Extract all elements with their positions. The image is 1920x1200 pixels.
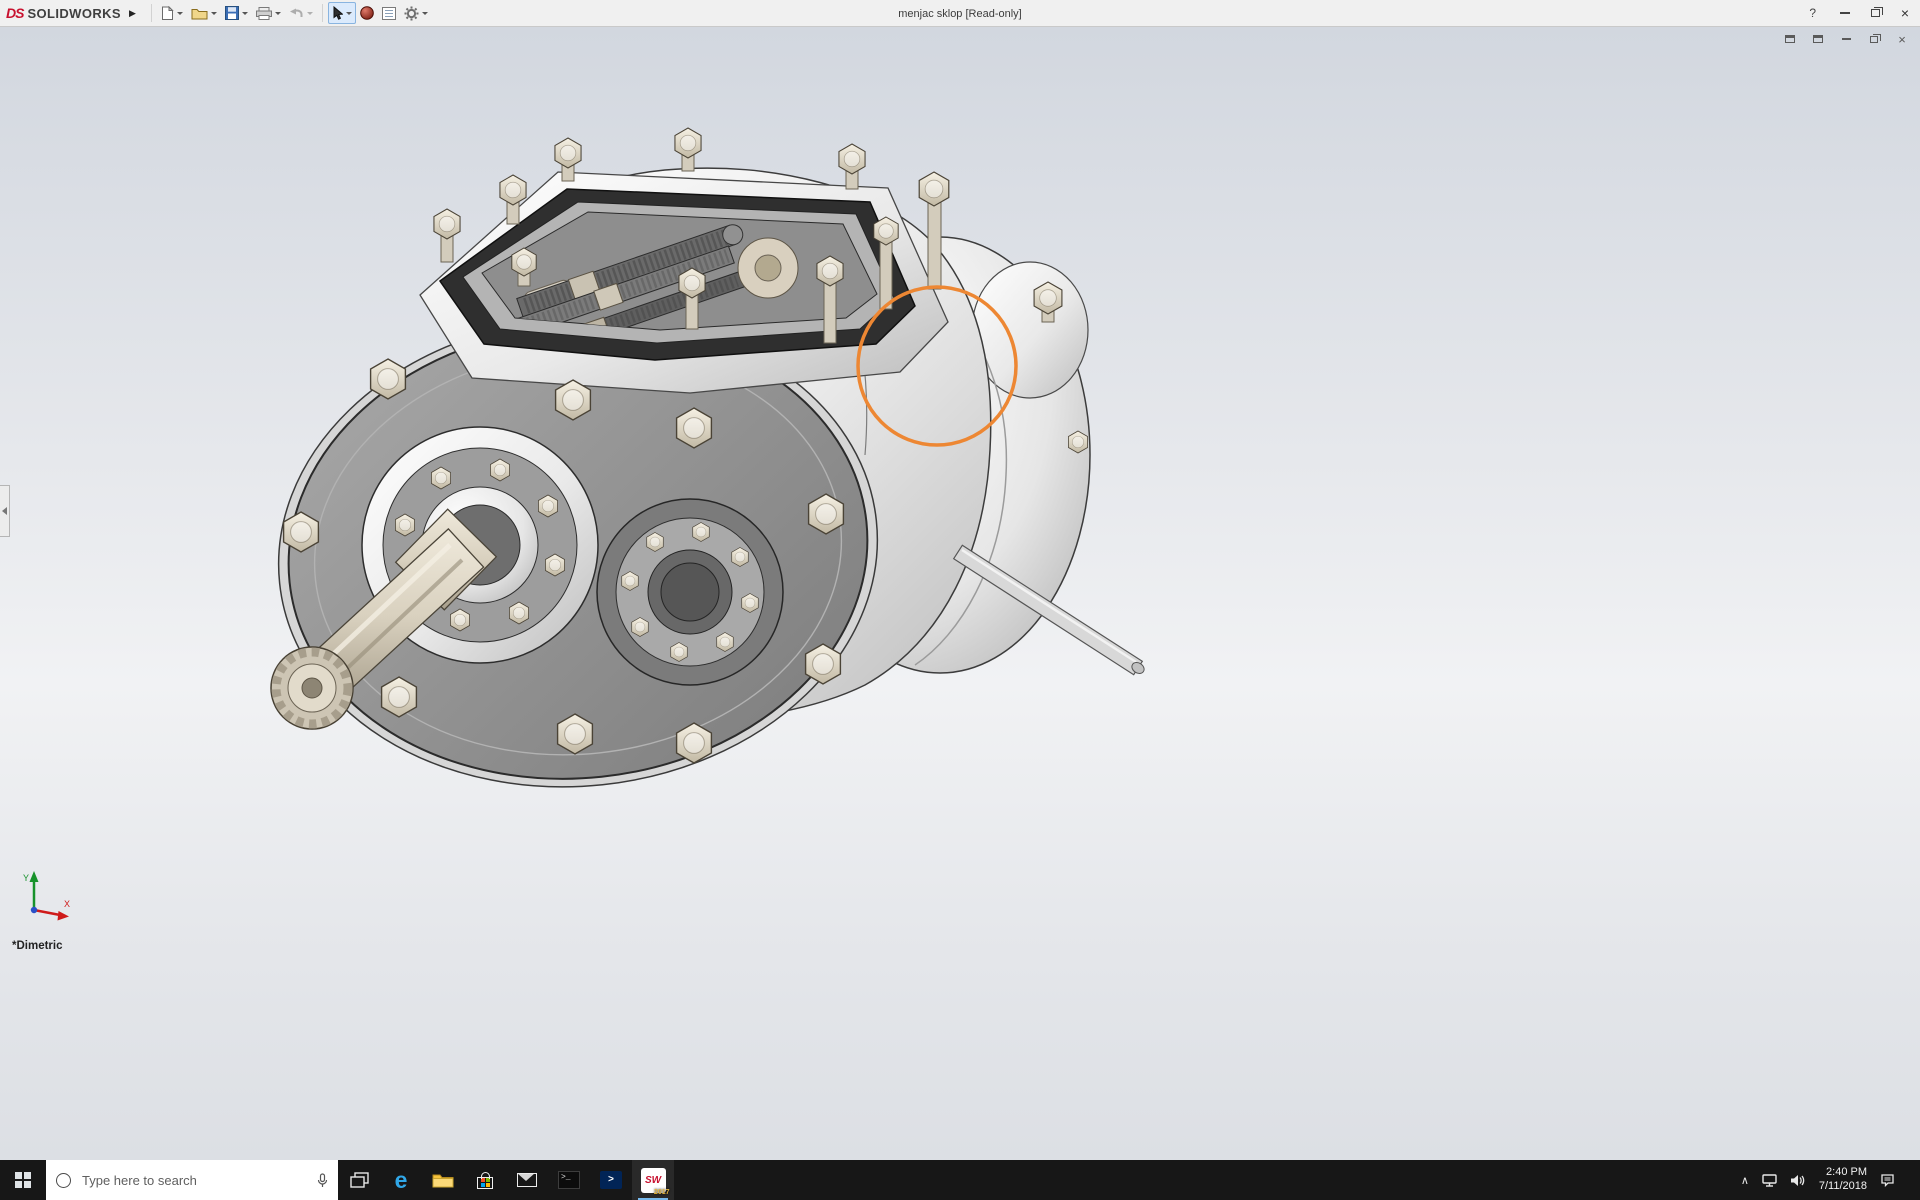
command-prompt-button[interactable]: >_ bbox=[548, 1160, 590, 1200]
options-dropdown-icon[interactable] bbox=[421, 11, 428, 15]
clock-time: 2:40 PM bbox=[1826, 1166, 1867, 1179]
x-axis-arrow-icon bbox=[57, 911, 69, 921]
save-icon bbox=[224, 6, 239, 20]
doc-minimize-icon bbox=[1841, 38, 1851, 40]
select-tool-button[interactable] bbox=[327, 2, 356, 24]
window-controls: ? × bbox=[1795, 0, 1920, 26]
gearbox-3d-model[interactable]: Y X bbox=[0, 27, 1920, 1160]
toolbar-separator bbox=[150, 4, 152, 22]
windows-taskbar: e >_ > SW 2017 ∧ bbox=[0, 1160, 1920, 1200]
doc-cascade-button[interactable] bbox=[1782, 32, 1798, 46]
new-dropdown-icon[interactable] bbox=[176, 11, 183, 15]
bearing-cover-small bbox=[596, 498, 784, 686]
undo-icon bbox=[289, 8, 303, 17]
doc-close-button[interactable]: × bbox=[1894, 32, 1910, 46]
cascade-icon bbox=[1785, 35, 1795, 43]
select-cursor-icon bbox=[333, 6, 343, 20]
doc-tile-button[interactable] bbox=[1810, 32, 1826, 46]
y-axis-arrow-icon bbox=[29, 871, 39, 882]
y-axis-label: Y bbox=[23, 873, 29, 883]
cortana-icon bbox=[56, 1172, 71, 1188]
doc-minimize-button[interactable] bbox=[1838, 32, 1854, 46]
restore-icon bbox=[1870, 7, 1883, 17]
tile-icon bbox=[1813, 35, 1823, 43]
report-button[interactable] bbox=[378, 3, 400, 24]
network-icon[interactable] bbox=[1762, 1173, 1777, 1187]
options-button[interactable] bbox=[400, 2, 432, 25]
print-button[interactable] bbox=[252, 3, 285, 24]
powershell-button[interactable]: > bbox=[590, 1160, 632, 1200]
report-icon bbox=[381, 6, 396, 20]
solidworks-window: DS SOLIDWORKS ▶ menjac sklop [Read-only]… bbox=[0, 0, 1920, 1200]
search-input[interactable] bbox=[80, 1171, 308, 1189]
new-document-icon bbox=[161, 5, 174, 20]
solidworks-taskbar-button[interactable]: SW 2017 bbox=[632, 1160, 674, 1200]
edge-icon: e bbox=[394, 1166, 408, 1193]
taskbar-search[interactable] bbox=[46, 1160, 338, 1200]
edge-button[interactable]: e bbox=[380, 1160, 422, 1200]
mail-button[interactable] bbox=[506, 1160, 548, 1200]
microphone-icon[interactable] bbox=[317, 1172, 328, 1188]
print-dropdown-icon[interactable] bbox=[274, 11, 281, 15]
view-orientation-label: *Dimetric bbox=[12, 940, 63, 952]
z-axis-dot-icon bbox=[30, 906, 38, 914]
document-window-controls: × bbox=[1782, 32, 1910, 46]
solidworks-icon-year: 2017 bbox=[653, 1188, 670, 1196]
solidworks-wordmark: SOLIDWORKS bbox=[27, 5, 122, 21]
splined-shaft-end bbox=[270, 646, 354, 730]
clock-date: 7/11/2018 bbox=[1818, 1180, 1867, 1192]
orientation-triad: Y X bbox=[23, 871, 70, 921]
undo-dropdown-icon bbox=[306, 11, 313, 15]
title-bar: DS SOLIDWORKS ▶ menjac sklop [Read-only]… bbox=[0, 0, 1920, 27]
print-icon bbox=[255, 6, 272, 20]
save-button[interactable] bbox=[221, 2, 252, 24]
new-document-button[interactable] bbox=[157, 2, 187, 25]
start-button[interactable] bbox=[0, 1160, 46, 1200]
open-document-button[interactable] bbox=[187, 3, 221, 24]
tray-overflow-icon[interactable]: ∧ bbox=[1741, 1174, 1749, 1187]
mail-icon bbox=[517, 1173, 537, 1187]
volume-icon[interactable] bbox=[1790, 1174, 1806, 1187]
windows-logo-icon bbox=[15, 1172, 31, 1188]
task-view-icon bbox=[349, 1171, 369, 1188]
gear-icon bbox=[404, 6, 419, 20]
command-prompt-icon: >_ bbox=[558, 1171, 580, 1189]
undo-button[interactable] bbox=[285, 3, 317, 23]
file-explorer-button[interactable] bbox=[422, 1160, 464, 1200]
toolbar-separator bbox=[321, 4, 323, 22]
close-button[interactable]: × bbox=[1890, 0, 1920, 26]
store-icon bbox=[477, 1171, 493, 1189]
menu-flyout-icon[interactable]: ▶ bbox=[129, 8, 136, 19]
solidworks-logo: DS SOLIDWORKS bbox=[6, 5, 121, 21]
appearance-button[interactable] bbox=[356, 2, 378, 24]
open-dropdown-icon[interactable] bbox=[210, 11, 217, 15]
select-dropdown-icon[interactable] bbox=[345, 11, 352, 15]
appearance-sphere-icon bbox=[360, 6, 374, 20]
open-folder-icon bbox=[191, 8, 208, 19]
doc-restore-button[interactable] bbox=[1866, 32, 1882, 46]
dassault-logo-icon: DS bbox=[6, 5, 24, 21]
solidworks-icon-text: SW bbox=[644, 1174, 662, 1186]
system-tray: ∧ 2:40 PM 7/11/2018 bbox=[1741, 1160, 1920, 1200]
file-explorer-icon bbox=[432, 1174, 454, 1187]
doc-restore-icon bbox=[1870, 33, 1881, 43]
taskbar-clock[interactable]: 2:40 PM 7/11/2018 bbox=[1819, 1166, 1867, 1194]
task-view-button[interactable] bbox=[338, 1160, 380, 1200]
help-button[interactable]: ? bbox=[1795, 6, 1830, 20]
restore-button[interactable] bbox=[1860, 0, 1890, 26]
store-button[interactable] bbox=[464, 1160, 506, 1200]
save-dropdown-icon[interactable] bbox=[241, 11, 248, 15]
minimize-icon bbox=[1840, 12, 1850, 14]
minimize-button[interactable] bbox=[1830, 0, 1860, 26]
solidworks-app-icon: SW 2017 bbox=[640, 1167, 670, 1196]
powershell-icon: > bbox=[600, 1171, 622, 1189]
x-axis-label: X bbox=[64, 899, 70, 909]
graphics-viewport[interactable]: × Y X *Dimetric bbox=[0, 27, 1920, 1160]
action-center-icon[interactable] bbox=[1880, 1173, 1895, 1187]
